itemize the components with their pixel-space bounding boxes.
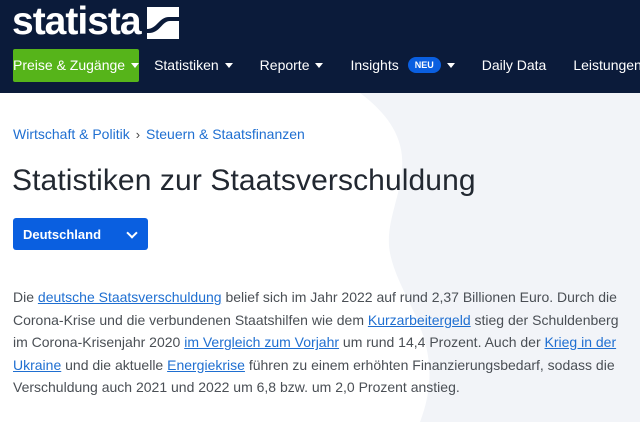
pricing-access-button[interactable]: Preise & Zugänge: [13, 48, 140, 82]
nav-item-insights[interactable]: Insights NEU: [350, 49, 455, 82]
intro-paragraph: Die deutsche Staatsverschuldung belief s…: [13, 286, 627, 399]
breadcrumb-link-steuern-staatsfinanzen[interactable]: Steuern & Staatsfinanzen: [146, 126, 305, 142]
country-select-value: Deutschland: [23, 226, 102, 242]
nav-item-label: Reporte: [259, 57, 310, 73]
logo-wordmark: statista: [12, 0, 142, 43]
breadcrumb-link-wirtschaft-politik[interactable]: Wirtschaft & Politik: [13, 126, 130, 142]
nav-item-label: Statistiken: [154, 57, 219, 73]
nav-item-daily-data[interactable]: Daily Data: [482, 49, 547, 82]
chevron-down-icon: [315, 62, 324, 68]
nav-item-reporte[interactable]: Reporte: [260, 49, 324, 82]
link-kurzarbeitergeld[interactable]: Kurzarbeitergeld: [368, 312, 471, 328]
new-badge: NEU: [407, 57, 441, 73]
nav-item-label: Insights: [350, 57, 399, 73]
nav-item-statistiken[interactable]: Statistiken: [154, 49, 233, 82]
main-nav: Preise & Zugänge Statistiken Reporte Ins…: [0, 48, 640, 82]
breadcrumb: Wirtschaft & Politik › Steuern & Staatsf…: [13, 126, 305, 142]
nav-item-label: Daily Data: [481, 57, 547, 73]
country-select[interactable]: Deutschland: [13, 218, 148, 250]
statista-logo[interactable]: statista: [12, 2, 179, 42]
chevron-down-icon: [131, 62, 140, 68]
pricing-access-label: Preise & Zugänge: [13, 57, 126, 73]
nav-item-leistungen[interactable]: Leistungen: [573, 49, 640, 82]
page-title: Statistiken zur Staatsverschuldung: [12, 164, 476, 197]
link-vergleich-vorjahr[interactable]: im Vergleich zum Vorjahr: [184, 334, 339, 350]
nav-item-label: Leistungen: [573, 57, 640, 73]
chevron-down-icon: [126, 227, 138, 239]
chevron-down-icon: [446, 62, 455, 68]
chevron-down-icon: [224, 62, 233, 68]
link-deutsche-staatsverschuldung[interactable]: deutsche Staatsverschuldung: [38, 289, 222, 305]
intro-text: um rund 14,4 Prozent. Auch der: [339, 334, 545, 350]
intro-text: und die aktuelle: [61, 356, 168, 373]
link-energiekrise[interactable]: Energiekrise: [167, 357, 245, 373]
breadcrumb-separator: ›: [135, 126, 141, 142]
intro-text: Die: [13, 289, 38, 305]
statista-logo-icon: [146, 7, 179, 39]
site-header: statista Preise & Zugänge Statistiken Re…: [0, 0, 640, 93]
